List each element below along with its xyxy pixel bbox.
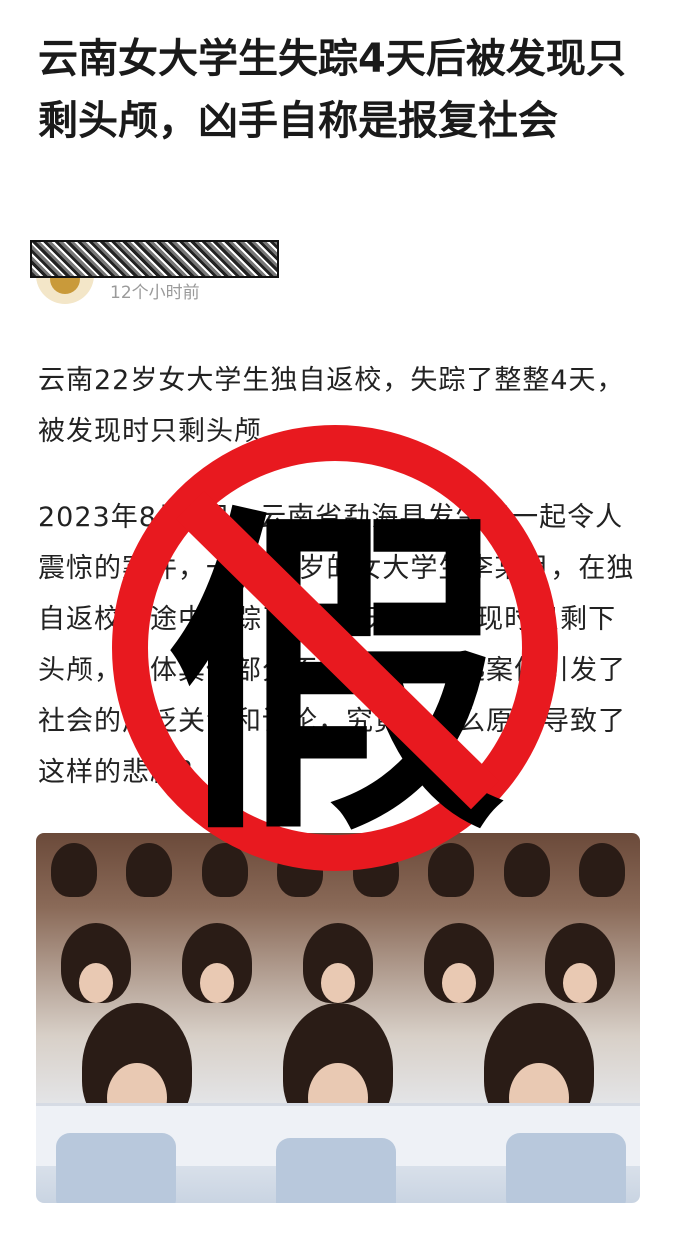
article-paragraph: 云南22岁女大学生独自返校，失踪了整整4天，被发现时只剩头颅: [38, 365, 625, 447]
photo-chair: [506, 1133, 626, 1203]
photo-middle-row: [36, 923, 640, 1003]
publish-time: 12个小时前: [110, 283, 200, 303]
photo-chair: [276, 1138, 396, 1203]
photo-chair: [56, 1133, 176, 1203]
article-title: 云南女大学生失踪4天后被发现只剩头颅，凶手自称是报复社会: [38, 36, 626, 144]
classroom-students-photo[interactable]: [36, 833, 640, 1203]
author-row[interactable]: 12个小时前: [30, 240, 656, 310]
author-name-redacted: [30, 240, 279, 278]
article-paragraph: 2023年8月4日，云南省勐海县发生了一起令人震惊的案件，一名22岁的女大学生李…: [38, 502, 635, 788]
photo-back-row: [36, 843, 640, 897]
